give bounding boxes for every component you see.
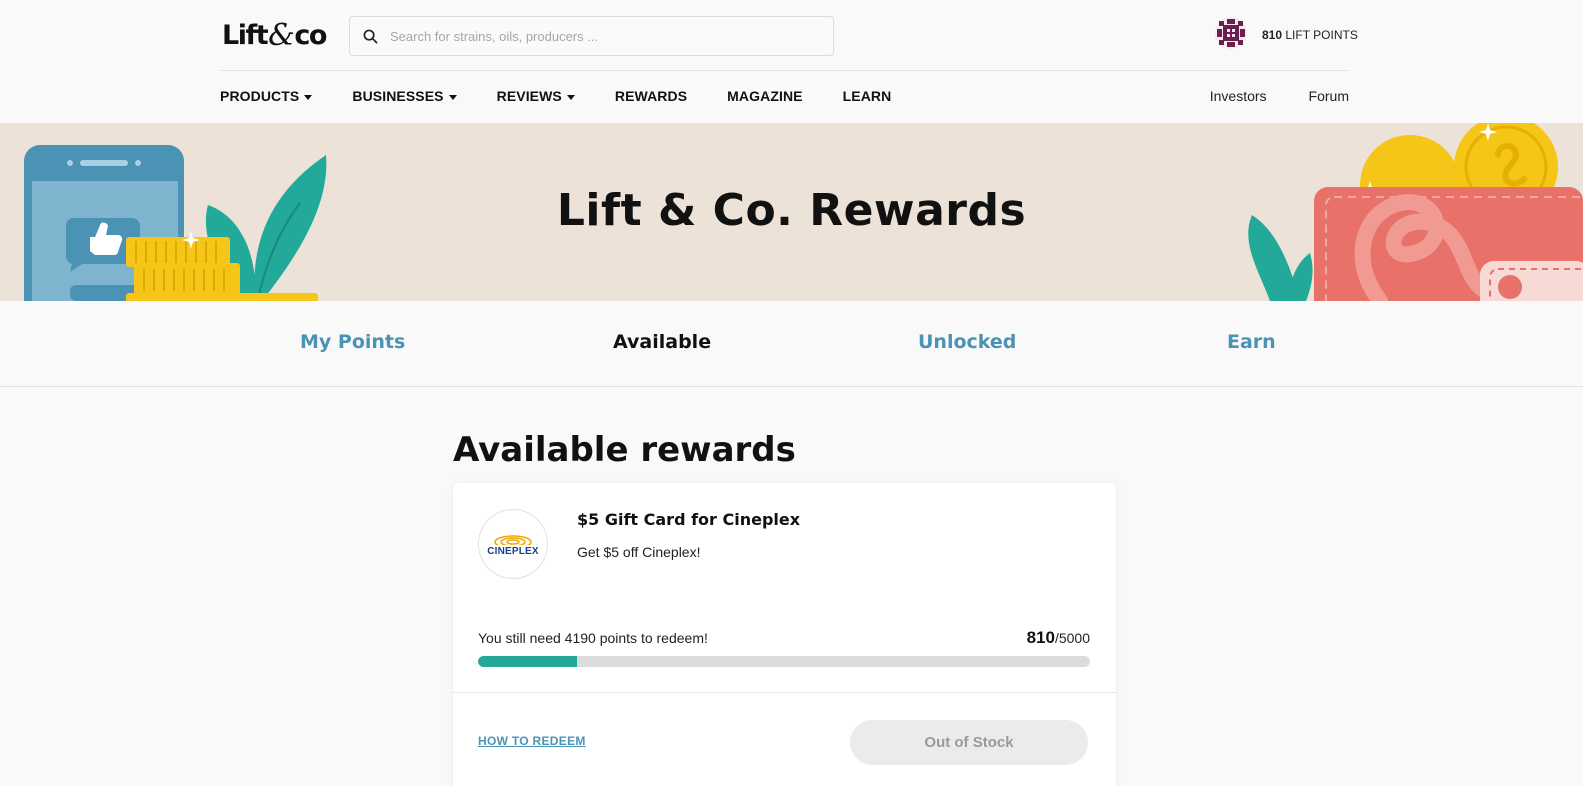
nav-item-products[interactable]: PRODUCTS — [220, 88, 313, 104]
cineplex-arc-icon — [494, 535, 532, 545]
reward-description: Get $5 off Cineplex! — [577, 544, 701, 560]
card-divider — [453, 692, 1116, 693]
nav-label: REVIEWS — [496, 88, 562, 104]
logo-ampersand: & — [268, 17, 295, 53]
points-progress-count: 810/5000 — [1027, 628, 1090, 648]
secondary-nav: Investors Forum — [1210, 82, 1349, 110]
search-icon[interactable] — [350, 29, 390, 44]
caret-down-icon — [448, 94, 457, 100]
nav-link-forum[interactable]: Forum — [1309, 88, 1349, 104]
tab-unlocked[interactable]: Unlocked — [918, 331, 1016, 353]
tab-earn[interactable]: Earn — [1227, 331, 1276, 353]
tab-available[interactable]: Available — [613, 331, 711, 353]
points-needed-message: You still need 4190 points to redeem! — [478, 630, 708, 646]
site-header: Lift&co 810 LIFT POINTS PRODUC — [0, 0, 1583, 123]
points-progress-bar — [478, 656, 1090, 667]
points-progress-fill — [478, 656, 578, 667]
nav-label: BUSINESSES — [352, 88, 444, 104]
nav-label: PRODUCTS — [220, 88, 300, 104]
nav-item-businesses[interactable]: BUSINESSES — [352, 88, 457, 104]
user-points[interactable]: 810 LIFT POINTS — [1214, 16, 1358, 55]
reward-title: $5 Gift Card for Cineplex — [577, 510, 801, 529]
section-title: Available rewards — [453, 430, 796, 470]
nav-label: REWARDS — [614, 88, 688, 104]
rewards-tabs: My Points Available Unlocked Earn — [0, 301, 1583, 387]
nav-item-reviews[interactable]: REVIEWS — [497, 88, 575, 104]
caret-down-icon — [304, 94, 313, 100]
cineplex-logo-text: CINEPLEX — [487, 546, 539, 557]
points-label: LIFT POINTS — [1285, 28, 1358, 42]
caret-down-icon — [566, 94, 575, 100]
tab-my-points[interactable]: My Points — [300, 331, 405, 353]
points-text: 810 LIFT POINTS — [1262, 28, 1358, 42]
points-value: 810 — [1262, 28, 1283, 42]
user-avatar-icon[interactable] — [1214, 16, 1248, 55]
reward-card: CINEPLEX $5 Gift Card for Cineplex Get $… — [453, 483, 1116, 786]
search-input[interactable] — [390, 28, 810, 44]
logo-text-left: Lift — [222, 19, 269, 51]
how-to-redeem-link[interactable]: HOW TO REDEEM — [478, 734, 586, 748]
nav-item-magazine[interactable]: MAGAZINE — [727, 88, 802, 104]
nav-link-investors[interactable]: Investors — [1210, 88, 1267, 104]
hero-title: Lift & Co. Rewards — [556, 185, 1027, 236]
search-bar — [349, 16, 834, 56]
required-points: /5000 — [1054, 630, 1090, 646]
nav-item-learn[interactable]: LEARN — [843, 88, 892, 104]
cineplex-logo: CINEPLEX — [478, 509, 548, 579]
current-points: 810 — [1026, 628, 1055, 647]
nav-item-rewards[interactable]: REWARDS — [615, 88, 687, 104]
header-divider — [220, 70, 1349, 71]
rewards-hero-banner: Lift & Co. Rewards — [0, 123, 1583, 301]
out-of-stock-button[interactable]: Out of Stock — [850, 720, 1088, 765]
lift-co-logo[interactable]: Lift & co — [222, 17, 327, 53]
nav-label: MAGAZINE — [727, 88, 803, 104]
nav-label: LEARN — [842, 88, 892, 104]
logo-text-right: co — [294, 19, 327, 51]
main-nav: PRODUCTS BUSINESSES REVIEWS REWARDS MAGA… — [220, 82, 931, 110]
